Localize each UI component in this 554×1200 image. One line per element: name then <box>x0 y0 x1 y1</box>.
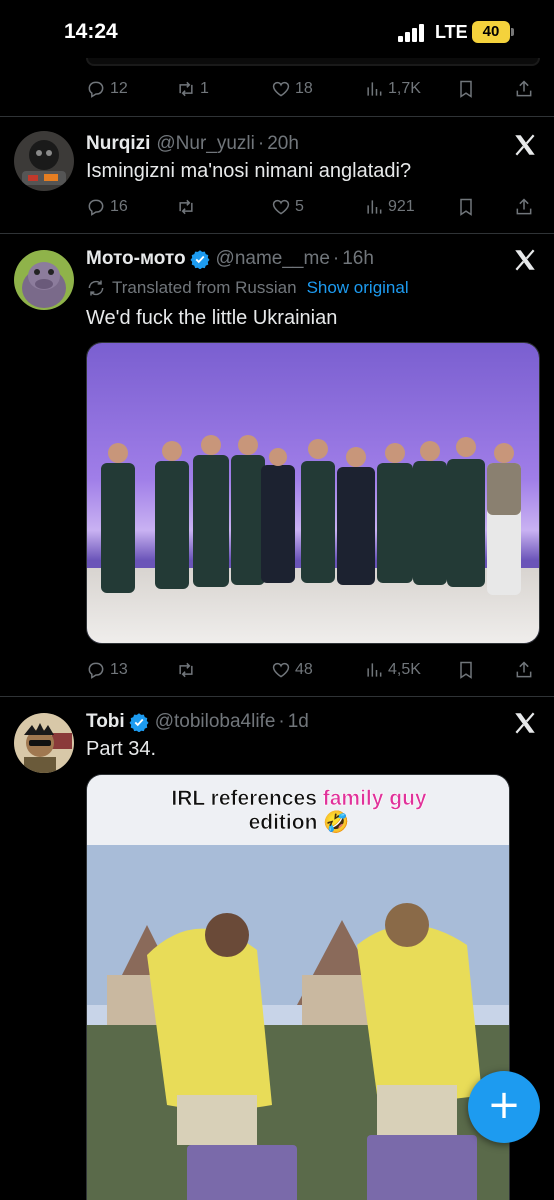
previous-media-edge <box>86 58 540 66</box>
views-button[interactable]: 4,5K <box>364 656 421 684</box>
like-button[interactable]: 48 <box>271 656 313 684</box>
share-button[interactable] <box>514 75 534 103</box>
divider <box>0 696 554 697</box>
bookmark-button[interactable] <box>456 75 476 103</box>
timestamp[interactable]: 20h <box>267 133 299 155</box>
views-button[interactable]: 921 <box>364 193 415 221</box>
retweet-count: 1 <box>200 80 209 97</box>
tweet-header: Tobi @tobiloba4life · 1d <box>86 708 309 736</box>
verified-badge-icon <box>190 250 210 269</box>
views-icon <box>367 200 382 214</box>
reply-count: 13 <box>110 661 128 678</box>
retweet-button[interactable] <box>176 193 200 221</box>
retweet-icon <box>179 199 193 215</box>
translation-notice: Translated from Russian Show original <box>86 278 409 298</box>
divider <box>0 233 554 234</box>
reply-icon <box>88 662 104 679</box>
separator-dot: · <box>278 711 285 732</box>
action-bar: 13 48 4,5K <box>86 656 540 684</box>
reply-count: 12 <box>110 80 128 97</box>
retweet-icon <box>179 81 193 97</box>
tweet-text: Ismingizni ma'nosi nimani anglatadi? <box>86 160 412 182</box>
like-button[interactable]: 18 <box>271 75 313 103</box>
views-count: 921 <box>388 198 415 215</box>
separator-dot: · <box>257 133 265 154</box>
battery-icon: 40 <box>472 21 510 43</box>
network-type: LTE <box>435 22 468 42</box>
display-name[interactable]: Tobi <box>86 711 125 733</box>
like-count: 48 <box>295 661 313 678</box>
status-time: 14:24 <box>64 20 118 43</box>
reply-icon <box>88 199 104 216</box>
verified-badge-icon <box>129 713 149 732</box>
like-count: 5 <box>295 198 304 215</box>
bookmark-button[interactable] <box>456 193 476 221</box>
video-caption: IRL references family guy edition 🤣 <box>87 787 509 835</box>
caption-part1: IRL references <box>171 787 323 811</box>
avatar[interactable] <box>14 131 74 191</box>
reply-button[interactable]: 13 <box>86 656 128 684</box>
x-logo-icon[interactable] <box>512 710 538 736</box>
avatar[interactable] <box>14 713 74 773</box>
like-count: 18 <box>295 80 313 97</box>
divider <box>0 116 554 117</box>
status-bar: 14:24 LTE 40 <box>0 0 554 64</box>
user-handle[interactable]: @Nur_yuzli <box>156 133 254 155</box>
views-count: 1,7K <box>388 80 421 97</box>
show-original-link[interactable]: Show original <box>307 278 409 298</box>
heart-icon <box>272 662 290 678</box>
plus-icon: + <box>487 1082 521 1128</box>
share-icon <box>516 661 532 678</box>
bookmark-icon <box>460 661 472 679</box>
x-logo-icon[interactable] <box>512 132 538 158</box>
retweet-icon <box>179 662 193 678</box>
share-button[interactable] <box>514 193 534 221</box>
tweet-video[interactable]: IRL references family guy edition 🤣 <box>86 774 510 1200</box>
views-icon <box>367 663 382 677</box>
timestamp[interactable]: 1d <box>288 711 309 733</box>
like-button[interactable]: 5 <box>271 193 304 221</box>
battery-tip <box>511 28 514 36</box>
tweet-header: Nurqizi @Nur_yuzli · 20h <box>86 130 299 158</box>
caption-part2: family guy <box>322 787 427 811</box>
heart-icon <box>272 199 290 215</box>
avatar[interactable] <box>14 250 74 310</box>
views-icon <box>367 82 382 96</box>
translate-icon <box>88 280 104 296</box>
display-name[interactable]: Nurqizi <box>86 133 150 155</box>
reply-button[interactable]: 16 <box>86 193 128 221</box>
translated-label: Translated from Russian <box>112 278 297 297</box>
tweet-header: Мото-мото @name__me · 16h <box>86 245 374 273</box>
heart-icon <box>272 81 290 97</box>
reply-icon <box>88 81 104 98</box>
share-icon <box>516 80 532 97</box>
views-count: 4,5K <box>388 661 421 678</box>
x-logo-icon[interactable] <box>512 247 538 273</box>
bookmark-icon <box>460 198 472 216</box>
retweet-button[interactable]: 1 <box>176 75 209 103</box>
user-handle[interactable]: @name__me <box>216 248 330 270</box>
timestamp[interactable]: 16h <box>342 248 374 270</box>
signal-icon <box>398 24 428 42</box>
separator-dot: · <box>332 248 340 269</box>
action-bar: 16 5 921 <box>86 193 540 221</box>
views-button[interactable]: 1,7K <box>364 75 421 103</box>
tweet-text: We'd fuck the little Ukrainian <box>86 307 338 329</box>
user-handle[interactable]: @tobiloba4life <box>155 711 276 733</box>
caption-line2: edition 🤣 <box>248 811 350 835</box>
compose-button[interactable]: + <box>468 1071 540 1143</box>
retweet-button[interactable] <box>176 656 200 684</box>
bookmark-icon <box>460 80 472 98</box>
share-button[interactable] <box>514 656 534 684</box>
display-name[interactable]: Мото-мото <box>86 248 186 270</box>
group-photo <box>87 343 539 643</box>
tweet-text: Part 34. <box>86 738 157 760</box>
tweet-image[interactable] <box>86 342 540 644</box>
reply-count: 16 <box>110 198 128 215</box>
reply-button[interactable]: 12 <box>86 75 128 103</box>
share-icon <box>516 198 532 215</box>
bookmark-button[interactable] <box>456 656 476 684</box>
action-bar: 12 1 18 1,7K <box>86 75 540 103</box>
video-frame <box>87 775 509 1200</box>
